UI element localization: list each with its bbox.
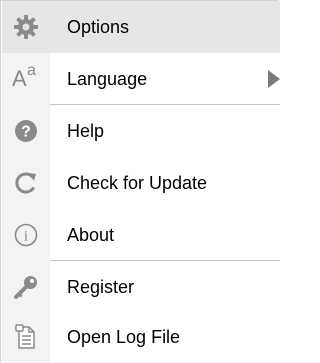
refresh-icon: [2, 157, 50, 209]
log-file-icon: [2, 311, 50, 363]
key-icon: [2, 261, 50, 313]
submenu-arrow-icon: [268, 70, 280, 88]
gear-icon: [2, 1, 50, 53]
menu-item-language[interactable]: A a Language: [2, 53, 280, 105]
menu-item-label: Language: [67, 68, 148, 89]
help-icon: ?: [2, 105, 50, 157]
svg-text:i: i: [24, 229, 28, 245]
info-icon: i: [2, 209, 50, 261]
menu-item-open-log-file[interactable]: Open Log File: [2, 311, 280, 363]
menu-item-label: About: [67, 224, 115, 245]
menu-item-label: Open Log File: [67, 326, 181, 347]
context-menu: Options A a Language ? Help Check for Up…: [0, 0, 280, 363]
menu-item-register[interactable]: Register: [2, 261, 280, 313]
menu-item-options[interactable]: Options: [2, 1, 280, 53]
menu-item-label: Help: [67, 120, 105, 141]
menu-item-check-for-update[interactable]: Check for Update: [2, 157, 280, 209]
language-icon: A a: [12, 62, 36, 91]
menu-item-label: Options: [67, 16, 130, 37]
menu-item-label: Register: [67, 276, 135, 297]
menu-item-about[interactable]: i About: [2, 209, 280, 261]
svg-text:?: ?: [21, 124, 31, 141]
menu-item-label: Check for Update: [67, 172, 208, 193]
menu-item-help[interactable]: ? Help: [2, 105, 280, 157]
